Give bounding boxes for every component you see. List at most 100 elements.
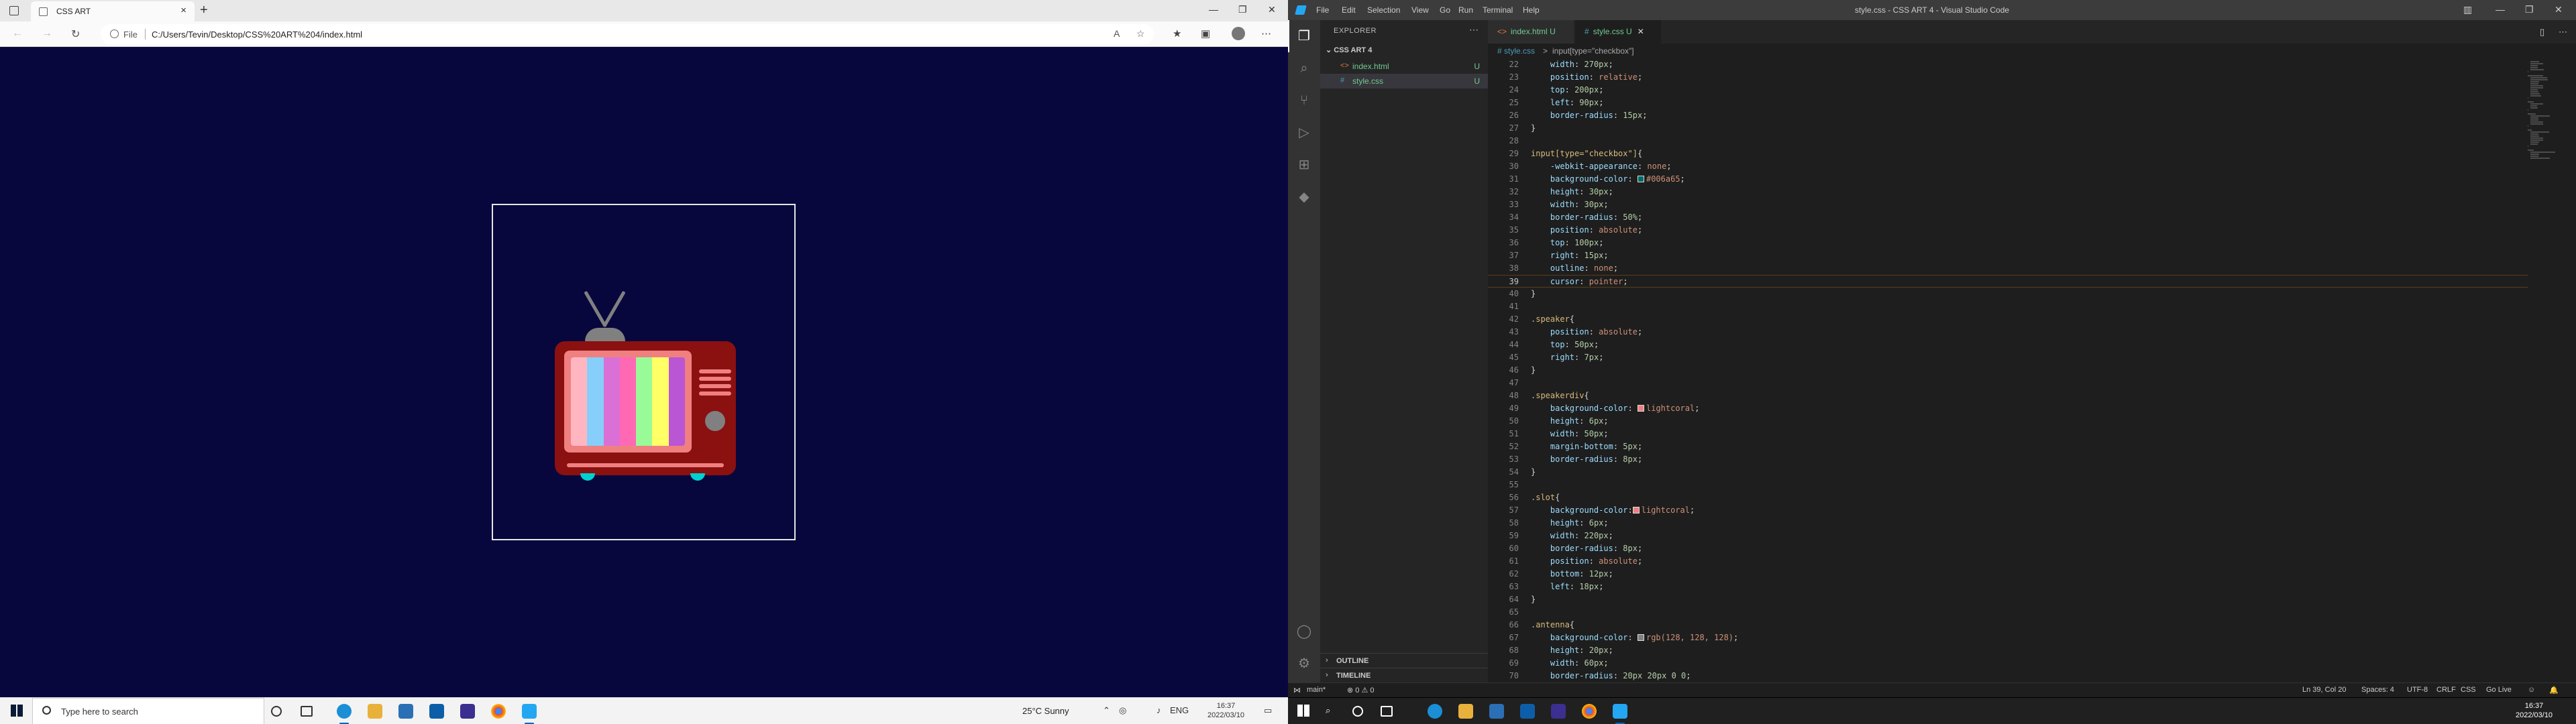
- timeline-panel[interactable]: › TIMELINE: [1320, 668, 1488, 682]
- file-explorer-icon[interactable]: [368, 704, 382, 719]
- code-text[interactable]: border-radius: 15px;: [1531, 109, 1648, 122]
- code-line[interactable]: 25 left: 90px;: [1488, 97, 2528, 109]
- breadcrumb-file[interactable]: # style.css: [1497, 46, 1535, 56]
- code-line[interactable]: 51 width: 50px;: [1488, 428, 2528, 440]
- code-line[interactable]: 53 border-radius: 8px;: [1488, 453, 2528, 466]
- restore-icon[interactable]: ❐: [2525, 4, 2534, 15]
- account-icon[interactable]: ◯: [1296, 623, 1312, 640]
- notifications-bell-icon[interactable]: 🔔: [2549, 686, 2559, 695]
- read-aloud-icon[interactable]: A: [1114, 28, 1120, 39]
- extensions-icon[interactable]: ⊞: [1296, 157, 1312, 173]
- breadcrumb-symbol[interactable]: input[type="checkbox"]: [1552, 46, 1634, 56]
- code-text[interactable]: border-radius: 20px 20px 0 0;: [1531, 670, 1691, 682]
- more-icon[interactable]: ⋯: [1261, 27, 1271, 40]
- file-index-html[interactable]: <> index.html U: [1320, 59, 1488, 74]
- source-control-icon[interactable]: ⑂: [1296, 93, 1312, 109]
- code-line[interactable]: 60 border-radius: 8px;: [1488, 542, 2528, 555]
- menu-run[interactable]: Run: [1458, 5, 1473, 15]
- vscode-app-icon[interactable]: [522, 704, 537, 724]
- code-line[interactable]: 28: [1488, 135, 2528, 147]
- code-text[interactable]: left: 90px;: [1531, 97, 1604, 109]
- code-line[interactable]: 46}: [1488, 364, 2528, 377]
- code-line[interactable]: 55: [1488, 479, 2528, 491]
- chrome-icon[interactable]: [491, 704, 506, 719]
- store-icon[interactable]: [1489, 704, 1504, 719]
- code-line[interactable]: 33 width: 30px;: [1488, 198, 2528, 211]
- more-actions-icon[interactable]: ⋯: [1469, 24, 1479, 36]
- code-text[interactable]: background-color: rgb(128, 128, 128);: [1531, 631, 1738, 644]
- file-explorer-icon[interactable]: [1458, 704, 1473, 719]
- remote-icon[interactable]: ⋈: [1293, 686, 1301, 695]
- code-text[interactable]: }: [1531, 466, 1536, 479]
- code-text[interactable]: background-color: lightcoral;: [1531, 402, 1700, 415]
- code-line[interactable]: 68 height: 20px;: [1488, 644, 2528, 657]
- volume-icon[interactable]: ♪: [1157, 705, 1161, 715]
- code-line[interactable]: 24 top: 200px;: [1488, 84, 2528, 97]
- code-text[interactable]: height: 20px;: [1531, 644, 1613, 657]
- code-text[interactable]: .speaker{: [1531, 313, 1574, 326]
- code-text[interactable]: left: 18px;: [1531, 581, 1604, 593]
- code-line[interactable]: 43 position: absolute;: [1488, 326, 2528, 339]
- menu-go[interactable]: Go: [1440, 5, 1450, 15]
- browser-tab[interactable]: CSS ART ×: [31, 1, 195, 21]
- code-line[interactable]: 26 border-radius: 15px;: [1488, 109, 2528, 122]
- code-text[interactable]: border-radius: 50%;: [1531, 211, 1642, 224]
- close-window-icon[interactable]: ✕: [2555, 4, 2563, 15]
- code-text[interactable]: width: 270px;: [1531, 58, 1613, 71]
- code-line[interactable]: 32 height: 30px;: [1488, 186, 2528, 198]
- code-line[interactable]: 48 .speakerdiv{: [1488, 389, 2528, 402]
- profile-avatar[interactable]: [1232, 27, 1245, 40]
- code-line[interactable]: 35 position: absolute;: [1488, 224, 2528, 237]
- search-icon[interactable]: ⌕: [1326, 705, 1330, 716]
- code-text[interactable]: -webkit-appearance: none;: [1531, 160, 1672, 173]
- code-line[interactable]: 63 left: 18px;: [1488, 581, 2528, 593]
- address-bar[interactable]: File C:/Users/Tevin/Desktop/CSS%20ART%20…: [101, 24, 1154, 44]
- workspace-folder[interactable]: ⌄ CSS ART 4: [1326, 46, 1372, 54]
- code-text[interactable]: .speakerdiv{: [1531, 389, 1589, 402]
- code-line[interactable]: 59 width: 220px;: [1488, 530, 2528, 542]
- code-text[interactable]: right: 7px;: [1531, 351, 1604, 364]
- weather-widget[interactable]: 25°C Sunny: [1022, 706, 1069, 716]
- code-text[interactable]: }: [1531, 593, 1536, 606]
- code-text[interactable]: bottom: 12px;: [1531, 568, 1613, 581]
- menu-help[interactable]: Help: [1523, 5, 1540, 15]
- code-line[interactable]: 64}: [1488, 593, 2528, 606]
- code-line[interactable]: 44 top: 50px;: [1488, 339, 2528, 351]
- cortana-icon[interactable]: [271, 706, 282, 717]
- mail-icon[interactable]: [1520, 704, 1535, 719]
- minimize-icon[interactable]: —: [1209, 4, 1218, 15]
- indentation[interactable]: Spaces: 4: [2361, 686, 2394, 694]
- explorer-icon[interactable]: ❐: [1296, 28, 1312, 44]
- run-debug-icon[interactable]: ▷: [1296, 125, 1312, 141]
- code-text[interactable]: height: 6px;: [1531, 517, 1609, 530]
- tray-chevron-icon[interactable]: ⌃: [1103, 705, 1110, 716]
- code-text[interactable]: top: 50px;: [1531, 339, 1599, 351]
- close-window-icon[interactable]: ✕: [1268, 4, 1276, 15]
- code-text[interactable]: position: absolute;: [1531, 555, 1642, 568]
- url-text[interactable]: C:/Users/Tevin/Desktop/CSS%20ART%204/ind…: [152, 29, 362, 40]
- code-text[interactable]: cursor: pointer;: [1531, 276, 1628, 288]
- chrome-icon[interactable]: [1582, 704, 1597, 719]
- code-line[interactable]: 65: [1488, 606, 2528, 619]
- code-line[interactable]: 22 width: 270px;: [1488, 58, 2528, 71]
- code-editor[interactable]: 22 width: 270px; 23 position: relative; 24…: [1488, 58, 2528, 682]
- store-icon[interactable]: [398, 704, 413, 719]
- code-line[interactable]: 49 background-color: lightcoral;: [1488, 402, 2528, 415]
- edge-app-icon[interactable]: [337, 704, 352, 724]
- code-text[interactable]: input[type="checkbox"]{: [1531, 147, 1642, 160]
- code-line[interactable]: 37 right: 15px;: [1488, 249, 2528, 262]
- visual-studio-icon[interactable]: [460, 704, 475, 719]
- taskbar-clock[interactable]: 16:37 2022/03/10: [1208, 701, 1244, 720]
- minimize-icon[interactable]: —: [2496, 4, 2505, 15]
- code-line[interactable]: 69 width: 60px;: [1488, 657, 2528, 670]
- code-text[interactable]: position: relative;: [1531, 71, 1642, 84]
- tab-actions-icon[interactable]: [9, 6, 19, 15]
- code-text[interactable]: }: [1531, 122, 1536, 135]
- code-line[interactable]: 54}: [1488, 466, 2528, 479]
- close-tab-icon[interactable]: ✕: [1638, 27, 1644, 36]
- favorite-icon[interactable]: ☆: [1136, 28, 1145, 40]
- info-icon[interactable]: [110, 29, 119, 38]
- code-text[interactable]: border-radius: 8px;: [1531, 453, 1642, 466]
- collections-icon[interactable]: ▣: [1201, 27, 1210, 40]
- git-branch[interactable]: main*: [1307, 686, 1326, 694]
